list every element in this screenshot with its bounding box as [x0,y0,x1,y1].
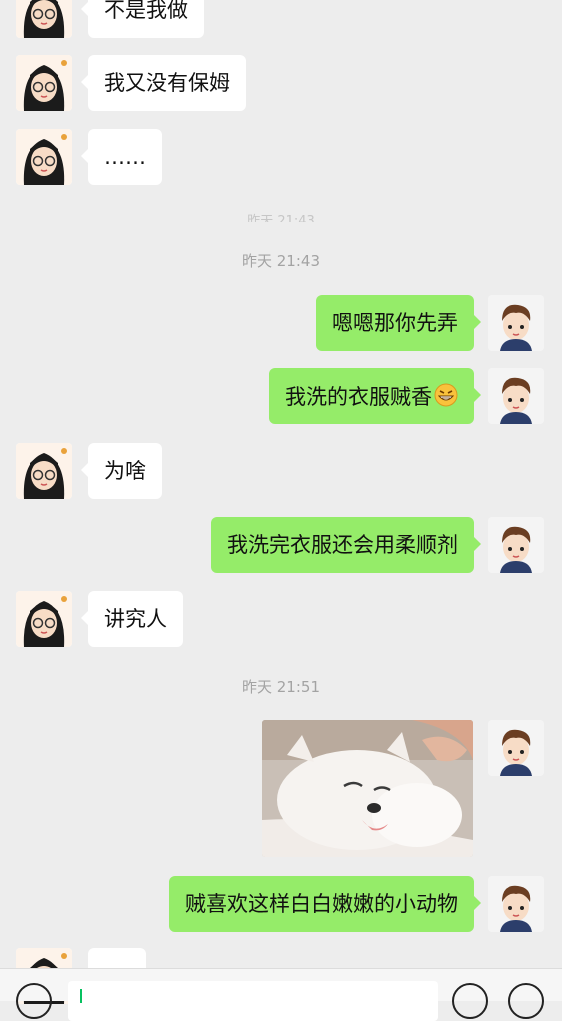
text-caret [80,989,82,1003]
message-text: 贼喜欢这样白白嫩嫩的小动物 [185,892,458,916]
my-avatar[interactable] [488,720,544,776]
message-bubble[interactable]: 为啥 [81,443,162,499]
emoji-icon[interactable] [452,983,488,1019]
my-avatar[interactable] [488,517,544,573]
chat-area: 不是我做 我又没有保姆 …… 昨天 21:43 昨天 21:43 嗯嗯那你先弄 … [0,0,562,1004]
input-bar [0,968,562,1021]
message-bubble[interactable]: …… [81,129,162,185]
plus-icon[interactable] [508,983,544,1019]
message-bubble[interactable]: 我又没有保姆 [81,55,246,111]
message-bubble[interactable]: 不是我做 [81,0,204,38]
contact-avatar[interactable] [16,0,72,38]
grinning-face-icon [434,383,458,413]
timestamp-faded: 昨天 21:43 [247,214,315,222]
message-bubble[interactable]: 嗯嗯那你先弄 [316,295,481,351]
my-avatar[interactable] [488,876,544,932]
timestamp: 昨天 21:51 [242,678,320,696]
my-avatar[interactable] [488,368,544,424]
message-text: 我洗完衣服还会用柔顺剂 [227,533,458,557]
contact-avatar[interactable] [16,55,72,111]
message-bubble[interactable]: 讲究人 [81,591,183,647]
voice-icon[interactable] [16,983,52,1019]
timestamp: 昨天 21:43 [242,252,320,270]
message-bubble[interactable]: 贼喜欢这样白白嫩嫩的小动物 [169,876,481,932]
message-bubble[interactable]: 我洗完衣服还会用柔顺剂 [211,517,481,573]
message-text: 嗯嗯那你先弄 [332,311,458,335]
message-text: 我又没有保姆 [104,71,230,95]
message-text: 为啥 [104,459,146,483]
contact-avatar[interactable] [16,591,72,647]
message-bubble[interactable]: 我洗的衣服贼香 [269,368,481,424]
contact-avatar[interactable] [16,443,72,499]
message-text: 我洗的衣服贼香 [285,385,432,409]
message-text: 讲究人 [104,607,167,631]
my-avatar[interactable] [488,295,544,351]
contact-avatar[interactable] [16,129,72,185]
message-input[interactable] [68,981,438,1021]
message-text: …… [104,145,146,169]
message-text: 不是我做 [104,0,188,22]
image-message[interactable] [262,720,473,857]
